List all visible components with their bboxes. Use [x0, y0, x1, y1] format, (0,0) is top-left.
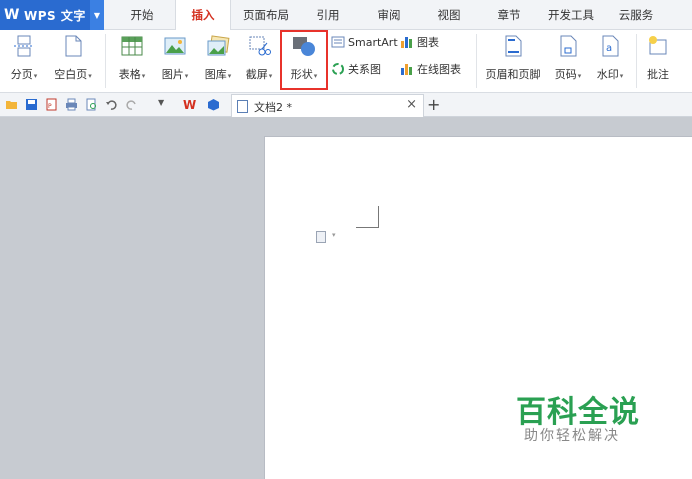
app-name: WPS 文字 — [24, 8, 86, 23]
screenshot-label: 截屏 — [245, 68, 268, 81]
tab-developer[interactable]: 开发工具 — [542, 0, 600, 30]
tab-review[interactable]: 审阅 — [366, 0, 412, 30]
customize-toolbar-chevron-icon[interactable]: ▼ — [158, 98, 171, 111]
print-icon[interactable] — [65, 98, 78, 111]
cube-icon[interactable] — [207, 98, 220, 111]
tab-page-layout[interactable]: 页面布局 — [238, 0, 294, 30]
tab-references[interactable]: 引用 — [305, 0, 351, 30]
open-folder-icon[interactable] — [5, 98, 18, 111]
close-tab-icon[interactable]: × — [406, 97, 417, 112]
page-number-label: 页码 — [554, 68, 577, 81]
divider — [636, 34, 637, 88]
relation-chart-label: 关系图 — [348, 63, 381, 76]
screenshot-button[interactable]: 截屏▾ — [240, 34, 278, 90]
redo-icon[interactable] — [125, 98, 138, 111]
save-icon[interactable] — [25, 98, 38, 111]
smartart-label: SmartArt — [348, 35, 398, 49]
print-preview-icon[interactable] — [85, 98, 98, 111]
comment-label: 批注 — [647, 68, 669, 81]
shape-highlight-box — [280, 30, 328, 90]
page-break-icon — [12, 34, 36, 58]
chevron-down-icon: ▾ — [577, 72, 582, 80]
app-menu-button[interactable]: W WPS 文字 ▼ — [0, 0, 104, 30]
comment-button[interactable]: 批注 — [640, 34, 676, 90]
watermark-subtitle: 助你轻松解决 — [524, 428, 620, 444]
online-chart-label: 在线图表 — [417, 63, 461, 76]
page-number-icon — [556, 34, 580, 58]
svg-text:W: W — [183, 98, 196, 111]
watermark-label: 水印 — [596, 68, 619, 81]
chevron-down-icon: ▾ — [619, 72, 624, 80]
chevron-down-icon: ▾ — [33, 72, 38, 80]
blank-page-button[interactable]: 空白页▾ — [48, 34, 98, 90]
picture-label: 图片 — [161, 68, 184, 81]
watermark-icon: a — [598, 34, 622, 58]
app-dropdown-icon[interactable]: ▼ — [90, 0, 104, 30]
gallery-icon — [206, 34, 230, 58]
bar-chart-icon — [400, 35, 414, 49]
export-pdf-icon[interactable]: P — [45, 98, 58, 111]
wps-logo-icon: W — [4, 7, 20, 23]
blank-page-icon — [61, 34, 85, 58]
header-footer-button[interactable]: 页眉和页脚 — [482, 34, 544, 90]
online-chart-button[interactable]: 在线图表 — [400, 60, 461, 78]
wps-w-icon[interactable]: W — [183, 98, 196, 112]
tab-view[interactable]: 视图 — [426, 0, 472, 30]
chevron-down-icon: ▾ — [88, 72, 92, 80]
document-icon — [237, 100, 248, 113]
chevron-down-icon[interactable]: ▾ — [332, 231, 336, 239]
chart-button[interactable]: 图表 — [400, 33, 439, 51]
document-tab-title: 文档2 * — [254, 101, 292, 114]
tab-insert[interactable]: 插入 — [175, 0, 231, 31]
gallery-label: 图库 — [204, 68, 227, 81]
blank-page-label: 空白页 — [54, 68, 88, 81]
header-footer-label: 页眉和页脚 — [485, 68, 541, 81]
menu-bar: W WPS 文字 ▼ 开始 插入 页面布局 引用 审阅 视图 章节 开发工具 云… — [0, 0, 692, 31]
relation-chart-button[interactable]: 关系图 — [331, 60, 381, 78]
ribbon-insert: 分页▾ 空白页▾ 表格▾ 图片▾ 图库▾ 截屏▾ 形状▾ SmartArt 图表… — [0, 30, 692, 93]
divider — [105, 34, 106, 88]
new-tab-button[interactable]: + — [427, 95, 440, 114]
chevron-down-icon: ▾ — [227, 72, 232, 80]
watermark-button[interactable]: a 水印▾ — [590, 34, 630, 90]
table-icon — [120, 34, 144, 58]
header-footer-icon — [501, 34, 525, 58]
page-break-button[interactable]: 分页▾ — [4, 34, 44, 90]
table-button[interactable]: 表格▾ — [113, 34, 151, 90]
svg-text:P: P — [48, 103, 52, 110]
page-break-label: 分页 — [10, 68, 33, 81]
relation-icon — [331, 62, 345, 76]
divider — [476, 34, 477, 88]
tab-cloud[interactable]: 云服务 — [610, 0, 662, 30]
smartart-icon — [331, 35, 345, 49]
chevron-down-icon: ▾ — [268, 72, 273, 80]
online-chart-icon — [400, 62, 414, 76]
document-tab[interactable]: 文档2 * × — [231, 94, 424, 117]
svg-text:a: a — [606, 43, 612, 54]
chevron-down-icon: ▾ — [141, 72, 146, 80]
margin-corner-mark — [378, 206, 379, 228]
picture-icon — [163, 34, 187, 58]
gallery-button[interactable]: 图库▾ — [198, 34, 238, 90]
paste-options-icon[interactable] — [316, 231, 326, 243]
tab-start[interactable]: 开始 — [118, 0, 166, 30]
comment-icon — [646, 34, 670, 58]
chevron-down-icon: ▾ — [184, 72, 189, 80]
margin-corner-mark — [356, 227, 378, 228]
tab-chapter[interactable]: 章节 — [486, 0, 532, 30]
smartart-button[interactable]: SmartArt — [331, 33, 398, 51]
table-label: 表格 — [118, 68, 141, 81]
picture-button[interactable]: 图片▾ — [155, 34, 195, 90]
page-number-button[interactable]: 页码▾ — [548, 34, 588, 90]
chart-label: 图表 — [417, 36, 439, 49]
undo-icon[interactable] — [105, 98, 118, 111]
scissors-icon — [247, 34, 271, 58]
